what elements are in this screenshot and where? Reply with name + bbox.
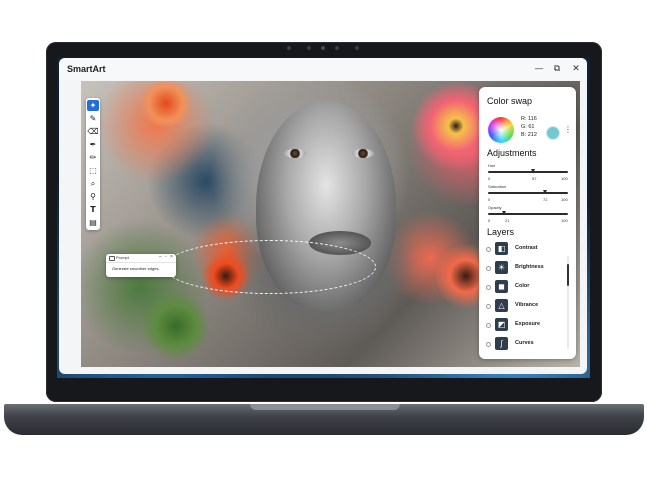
saturation-slider-thumb[interactable]	[543, 190, 548, 194]
left-eye	[284, 149, 306, 158]
prompt-restore-icon[interactable]: ▫	[165, 254, 167, 260]
right-eye	[352, 149, 374, 158]
prompt-icon	[109, 256, 115, 261]
layer-visibility-dot[interactable]	[486, 247, 491, 252]
title-bar[interactable]: SmartArt — ⧉ ✕	[59, 58, 587, 80]
close-button[interactable]: ✕	[570, 63, 582, 75]
saturation-min: 0	[488, 197, 491, 202]
color-icon: ◼	[495, 280, 508, 293]
saturation-value: 72	[543, 197, 548, 202]
pencil-tool-icon[interactable]: ✏	[87, 152, 99, 163]
prompt-close-icon[interactable]: ×	[170, 254, 173, 260]
opacity-value: 21	[505, 218, 510, 223]
layer-visibility-dot[interactable]	[486, 285, 491, 290]
dropper-tool-icon[interactable]: ⚲	[87, 191, 99, 202]
pen-tool-icon[interactable]: ✒	[87, 139, 99, 150]
layer-label: Vibrance	[515, 302, 539, 308]
layer-vibrance[interactable]: △ Vibrance	[486, 298, 566, 314]
contrast-icon: ◧	[495, 242, 508, 255]
saturation-label: Saturation	[488, 184, 507, 189]
layer-label: Contrast	[515, 245, 538, 251]
vibrance-icon: △	[495, 299, 508, 312]
layer-exposure[interactable]: ◩ Exposure	[486, 317, 566, 333]
brightness-icon: ☀	[495, 261, 508, 274]
orange-flower	[136, 81, 196, 126]
hue-slider[interactable]	[488, 169, 568, 173]
webcam	[283, 45, 363, 51]
app-window: SmartArt — ⧉ ✕ ✦ ✎ ⌫ ✒ ✏ ⬚ ⌕ ⚲ T ▤ Promp…	[59, 58, 587, 374]
hue-slider-thumb[interactable]	[531, 169, 536, 173]
layers-scrollbar[interactable]	[567, 256, 569, 349]
layer-color[interactable]: ◼ Color	[486, 279, 566, 295]
ai-tool-icon[interactable]: ✦	[87, 100, 99, 111]
opacity-label: Opacity	[488, 205, 502, 210]
layer-label: Exposure	[515, 321, 541, 327]
laptop-hinge-notch	[250, 404, 400, 410]
opacity-slider-thumb[interactable]	[502, 211, 507, 215]
hue-min: 0	[488, 176, 491, 181]
layer-label: Color	[515, 283, 530, 289]
green-leaves	[141, 291, 211, 361]
properties-panel: Color swap R: 116 G: 61 B: 212 ⋮ Adjustm…	[479, 87, 576, 359]
prompt-input[interactable]: Generate smoother edges.	[112, 266, 160, 271]
layer-label: Curves	[515, 340, 534, 346]
opacity-max: 100	[561, 218, 568, 223]
hue-label: Hue	[488, 163, 496, 168]
exposure-icon: ◩	[495, 318, 508, 331]
layer-visibility-dot[interactable]	[486, 342, 491, 347]
layer-curves[interactable]: ∫ Curves	[486, 336, 566, 352]
layers-heading: Layers	[487, 227, 515, 237]
layer-brightness[interactable]: ☀ Brightness	[486, 260, 566, 276]
layers-scrollbar-thumb[interactable]	[567, 264, 569, 286]
minimize-button[interactable]: —	[533, 63, 545, 75]
tool-palette: ✦ ✎ ⌫ ✒ ✏ ⬚ ⌕ ⚲ T ▤	[86, 98, 100, 230]
zoom-tool-icon[interactable]: ⌕	[87, 178, 99, 189]
adjustments-heading: Adjustments	[487, 148, 537, 158]
prompt-header: Prompt – ▫ ×	[106, 254, 176, 263]
text-tool-icon[interactable]: T	[87, 204, 99, 215]
layer-visibility-dot[interactable]	[486, 266, 491, 271]
opacity-slider[interactable]	[488, 211, 568, 215]
opacity-min: 0	[488, 218, 491, 223]
hue-max: 100	[561, 176, 568, 181]
curves-icon: ∫	[495, 337, 508, 350]
prompt-popup: Prompt – ▫ × Generate smoother edges.	[106, 254, 176, 277]
eraser-tool-icon[interactable]: ⌫	[87, 126, 99, 137]
prompt-minimize-icon[interactable]: –	[159, 254, 162, 260]
layer-label: Brightness	[515, 264, 544, 270]
green-value: G: 61	[521, 124, 535, 130]
layer-contrast[interactable]: ◧ Contrast	[486, 241, 566, 257]
target-color-chip[interactable]	[547, 127, 559, 139]
restore-button[interactable]: ⧉	[551, 63, 563, 75]
layer-visibility-dot[interactable]	[486, 304, 491, 309]
color-wheel[interactable]	[488, 117, 514, 143]
saturation-slider[interactable]	[488, 190, 568, 194]
layers-tool-icon[interactable]: ▤	[87, 217, 99, 228]
prompt-title: Prompt	[116, 255, 129, 260]
saturation-max: 100	[561, 197, 568, 202]
layer-visibility-dot[interactable]	[486, 323, 491, 328]
crop-tool-icon[interactable]: ⬚	[87, 165, 99, 176]
hue-value: 57	[532, 176, 537, 181]
blue-value: B: 212	[521, 132, 537, 138]
red-value: R: 116	[521, 116, 537, 122]
brush-tool-icon[interactable]: ✎	[87, 113, 99, 124]
app-title: SmartArt	[67, 64, 106, 74]
lasso-selection[interactable]	[164, 240, 376, 294]
color-swap-heading: Color swap	[487, 96, 533, 106]
more-options-icon[interactable]: ⋮	[564, 125, 572, 134]
